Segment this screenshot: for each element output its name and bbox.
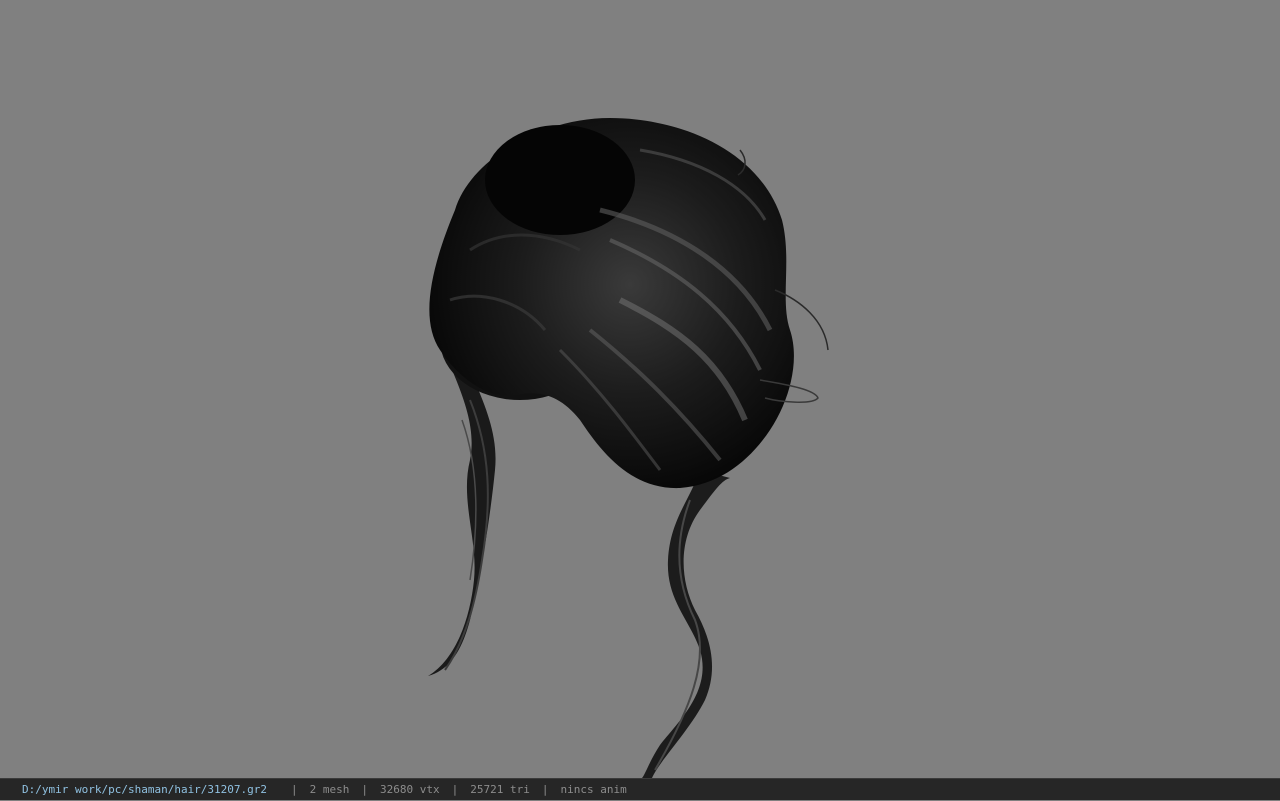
right-hair-strand [642, 470, 730, 778]
vertex-count: 32680 vtx [380, 782, 440, 796]
triangle-count: 25721 tri [470, 782, 530, 796]
status-separator: | [291, 782, 298, 796]
file-path: D:/ymir work/pc/shaman/hair/31207.gr2 [22, 782, 268, 796]
3d-viewport[interactable] [0, 0, 1280, 778]
anim-status: nincs anim [560, 782, 627, 796]
hair-model-render [428, 118, 829, 778]
mesh-count: 2 mesh [309, 782, 350, 796]
status-separator: | [451, 782, 459, 796]
status-separator: | [361, 782, 369, 796]
status-bar: D:/ymir work/pc/shaman/hair/31207.gr2 | 2 … [0, 778, 1280, 800]
status-separator: | [541, 782, 549, 796]
